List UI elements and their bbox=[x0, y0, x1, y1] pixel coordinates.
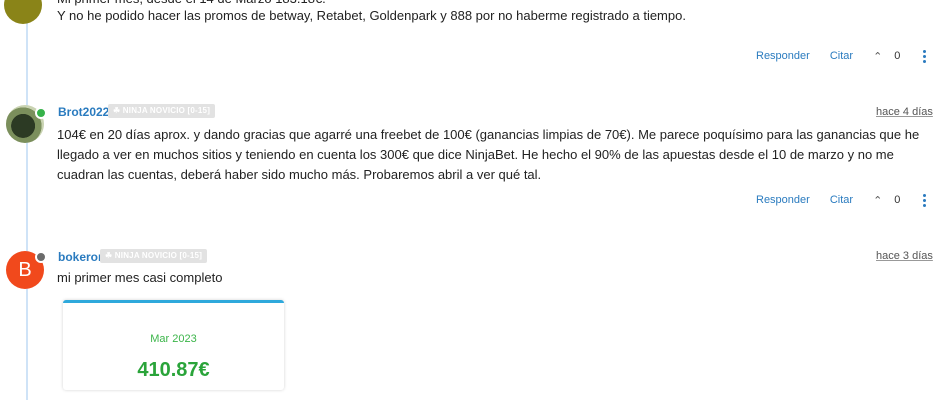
chevron-up-icon[interactable]: ⌃ bbox=[873, 50, 882, 63]
post-actions: Responder Citar ⌃ 0 bbox=[756, 190, 927, 210]
post-text-line: Y no he podido hacer las promos de betwa… bbox=[57, 8, 686, 23]
quote-button[interactable]: Citar bbox=[830, 194, 853, 206]
post-body: 104€ en 20 días aprox. y dando gracias q… bbox=[57, 127, 920, 182]
reply-button[interactable]: Responder bbox=[756, 50, 810, 62]
avatar-letter: B bbox=[18, 259, 32, 281]
post-timestamp[interactable]: hace 3 días bbox=[876, 250, 933, 262]
trophy-icon: ☘ bbox=[113, 106, 123, 115]
chevron-up-icon[interactable]: ⌃ bbox=[873, 194, 882, 207]
username-link[interactable]: bokeron bbox=[58, 250, 105, 264]
vote-count: 0 bbox=[894, 194, 901, 206]
post-timestamp[interactable]: hace 4 días bbox=[876, 106, 933, 118]
trophy-icon: ☘ bbox=[105, 251, 115, 260]
username-link[interactable]: Brot2022 bbox=[58, 105, 109, 119]
kebab-menu-icon[interactable] bbox=[923, 193, 927, 207]
quote-button[interactable]: Citar bbox=[830, 50, 853, 62]
post-body: mi primer mes casi completo bbox=[57, 270, 223, 285]
vote-count: 0 bbox=[894, 50, 901, 62]
post-actions: Responder Citar ⌃ 0 bbox=[756, 46, 927, 66]
avatar[interactable] bbox=[4, 0, 42, 24]
kebab-menu-icon[interactable] bbox=[923, 49, 927, 63]
rank-badge: ☘ NINJA NOVICIO [0-15] bbox=[108, 104, 216, 118]
thread-line bbox=[26, 0, 28, 400]
online-status-dot bbox=[35, 107, 47, 119]
reply-button[interactable]: Responder bbox=[756, 194, 810, 206]
earnings-card: Mar 2023 410.87€ bbox=[63, 300, 284, 390]
card-amount: 410.87€ bbox=[137, 359, 210, 381]
rank-badge-label: NINJA NOVICIO [0-15] bbox=[122, 106, 211, 115]
card-month: Mar 2023 bbox=[150, 333, 197, 345]
rank-badge-label: NINJA NOVICIO [0-15] bbox=[114, 251, 203, 260]
offline-status-dot bbox=[35, 251, 47, 263]
rank-badge: ☘ NINJA NOVICIO [0-15] bbox=[100, 249, 208, 263]
